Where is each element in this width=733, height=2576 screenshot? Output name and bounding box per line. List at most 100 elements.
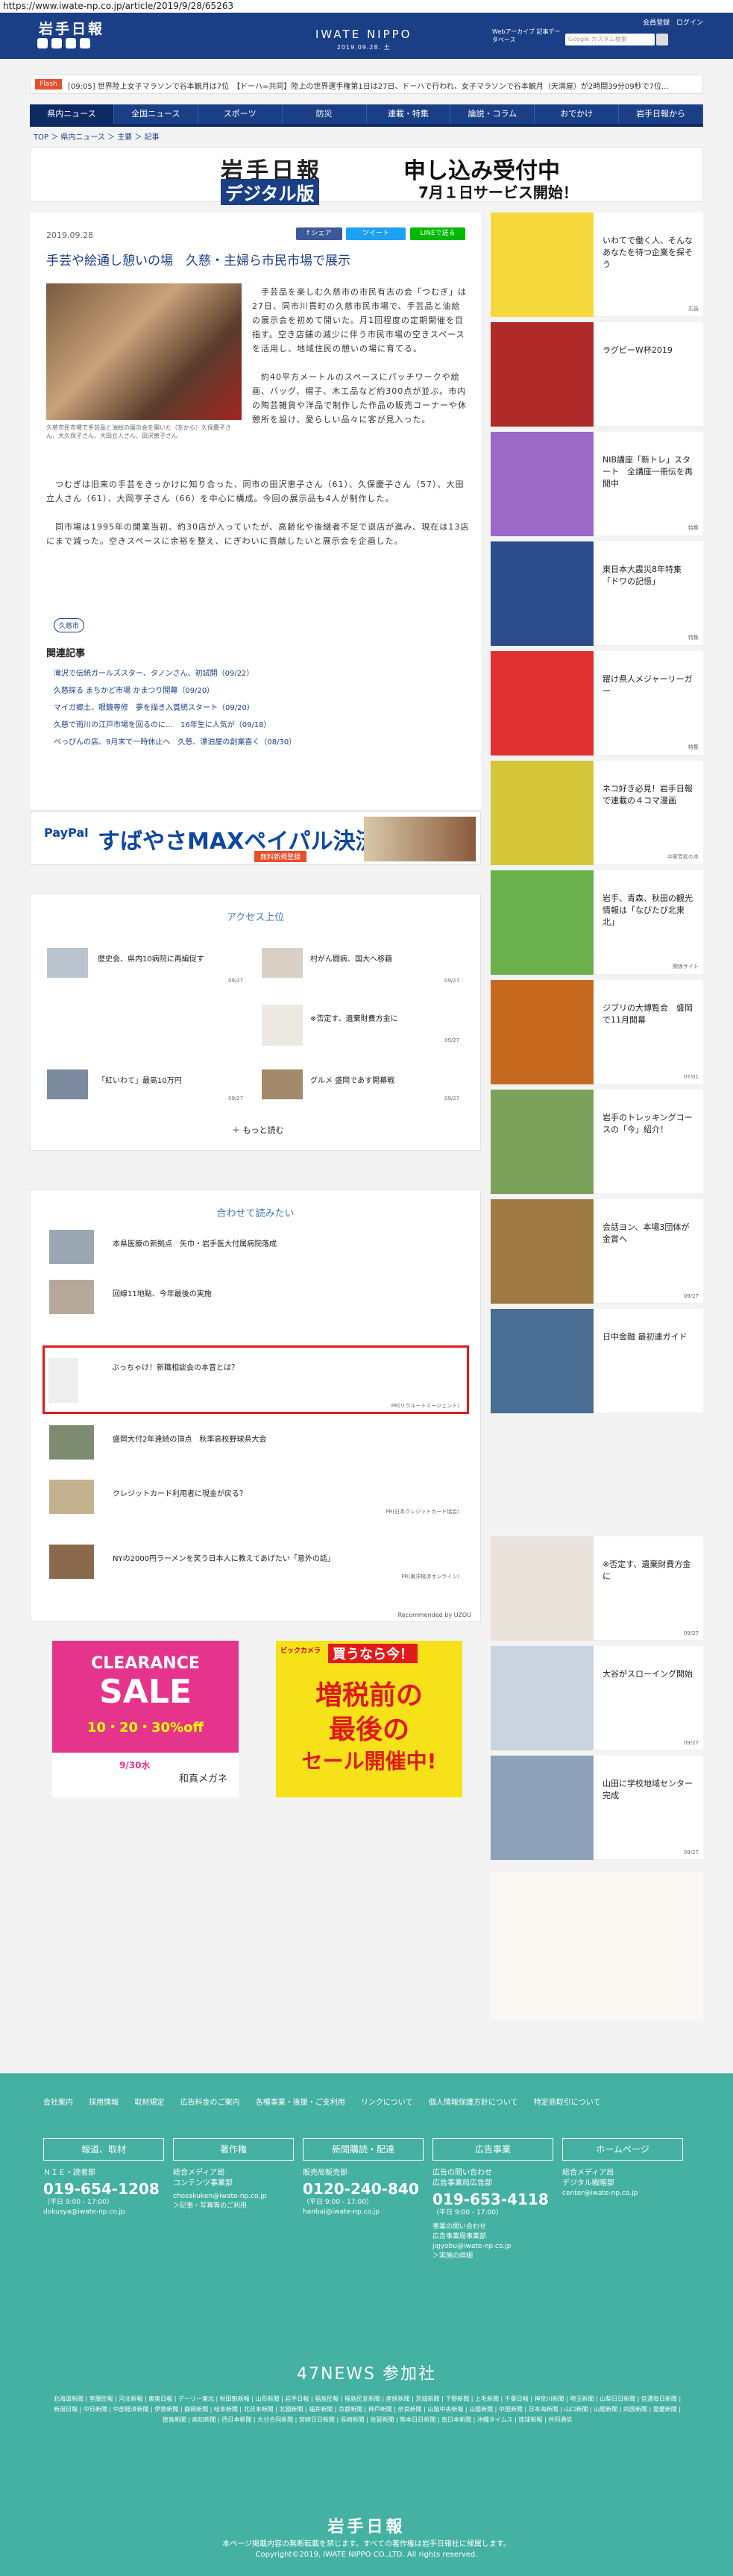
col-tel[interactable]: 019-654-1208	[43, 2180, 164, 2198]
sidebar-card[interactable]: 大谷がスローイング開始 09/27	[491, 1646, 703, 1750]
register-link[interactable]: 会員登録	[643, 19, 670, 27]
flash-text[interactable]: [09:05] 世界陸上女子マラソンで谷本観月は7位 【ドーハ=共同】陸上の世界…	[68, 80, 694, 91]
col-mail[interactable]: center@iwate-np.co.jp	[562, 2189, 683, 2199]
sidebar-card-image	[491, 870, 594, 975]
footer-link[interactable]: 各種事業・後援・ご支利用	[256, 2099, 345, 2107]
rank-item[interactable]: 歴史会、県内10病院に再編促す	[98, 954, 232, 965]
facebook-icon[interactable]	[51, 38, 62, 48]
sidebar-card[interactable]: ネコ好き必見！岩手日報で連載の４コマ漫画 中家芳松の本	[491, 761, 703, 865]
search-icon[interactable]	[656, 34, 668, 45]
sidebar-card[interactable]: ※否定す、遺棄財費方金に 09/27	[491, 1536, 703, 1641]
twitter-icon[interactable]	[37, 38, 48, 48]
sidebar-card[interactable]: いわてで働く人、そんなあなたを待つ企業を探そう 広告	[491, 213, 703, 317]
footer-link[interactable]: リンクについて	[361, 2099, 413, 2107]
related-item[interactable]: ベっぴんの店、9月末で一時休止へ 久慈、漂泊屋の創業喜く（08/30）	[54, 735, 464, 747]
tag-kuji[interactable]: 久慈市	[54, 618, 85, 632]
rank-item[interactable]: 「紅いわて」最高10万円	[98, 1075, 232, 1087]
rank-thumb[interactable]	[47, 1069, 88, 1099]
sidebar-card-image	[491, 1309, 594, 1413]
facebook-share-button[interactable]: f シェア	[296, 227, 342, 240]
sidebar-card[interactable]: 日中金融 最初連ガイド	[491, 1309, 703, 1413]
col-mail[interactable]: chosakuken@iwate-np.co.jp ＞記事・写真等のご利用	[173, 2192, 294, 2211]
sidebar-ad-book[interactable]	[491, 1872, 703, 2021]
recommend-powered[interactable]: Recommended by UZOU	[398, 1612, 471, 1618]
url-bar[interactable]: https://www.iwate-np.co.jp/article/2019/…	[0, 0, 733, 13]
nav-local-news[interactable]: 県内ニュース	[30, 104, 114, 124]
tax-sale-ad[interactable]: ビックカメラ 買うなら今！ 増税前の 最後の セール開催中!	[276, 1641, 462, 1797]
rank-item[interactable]: グルメ 盛岡であす開幕戦	[310, 1075, 444, 1087]
more-link[interactable]: ＋ もっと読む	[232, 1124, 284, 1136]
nav-series[interactable]: 連載・特集	[367, 104, 451, 124]
digital-banner[interactable]: 岩手日報 デジタル版 申し込み受付中 7月１日サービス開始！	[30, 147, 703, 205]
nav-from-iwate[interactable]: 岩手日報から	[619, 104, 703, 124]
sidebar-card-text: 山田に学校地域センター完成	[603, 1779, 693, 1800]
recommend-item[interactable]: 盛岡大付2年連続の頂点 秋季高校野球県大会	[45, 1421, 467, 1463]
copyright-line-1: 本ページ掲載内容の無断転載を禁じます。すべての著作権は岩手日報社に帰属します。	[222, 2540, 511, 2548]
related-item[interactable]: 滝沢で伝統ガールズスター、タノンさん、初試開（09/22）	[54, 667, 464, 678]
sidebar-card-text: ジブリの大博覧会 盛岡で11月開幕	[603, 1003, 693, 1025]
paypal-ad[interactable]: PayPal すばやさMAXペイパル決済 無料新規登録	[30, 811, 481, 865]
sidebar-card[interactable]: 躍け県人メジャーリーガー 特集	[491, 651, 703, 755]
related-item[interactable]: 久慈で雨川の江戸市場を回るのに… 16年生に人気が（09/18）	[54, 718, 464, 729]
news47-members[interactable]: 北海道新聞 | 室蘭民報 | 河北新報 | 東奥日報 | デーリー東北 | 秋田…	[52, 2394, 682, 2425]
nav-disaster[interactable]: 防災	[283, 104, 367, 124]
sidebar-card[interactable]: 東日本大震災8年特集「ドワの記憶」 特集	[491, 541, 703, 646]
youtube-icon[interactable]	[66, 38, 76, 48]
recommend-box: 合わせて読みたい 本県医療の新拠点 矢巾・岩手医大付属病院落成 回線11地點、今…	[30, 1190, 481, 1622]
line-share-button[interactable]: LINEで送る	[410, 227, 465, 240]
col-mail[interactable]: hanbai@iwate-np.co.jp	[303, 2208, 424, 2217]
paypal-signup-button[interactable]: 無料新規登録	[254, 851, 307, 862]
rank-item[interactable]: 村がん闘病、国大へ移籍	[310, 954, 444, 965]
site-header: 岩手日報 IWATE NIPPO 2019.09.28. 土 会員登録 ログイン …	[0, 13, 733, 59]
recommend-item[interactable]: クレジットカード利用者に現金が戻る？ PR(日本クレジットカード協会)	[45, 1476, 467, 1518]
rank-thumb[interactable]	[262, 1069, 303, 1099]
sidebar-card-date: 07/01	[683, 1074, 699, 1080]
sidebar-card[interactable]: 山田に学校地域センター完成 09/27	[491, 1756, 703, 1860]
archive-link[interactable]: Webアーカイブ	[492, 28, 535, 35]
site-logo[interactable]: 岩手日報	[39, 18, 104, 38]
rank-thumb[interactable]	[262, 948, 303, 978]
col-hours: （平日 9:00 - 17:00）	[43, 2199, 113, 2206]
recommend-item[interactable]: NYの2000円ラーメンを笑う日本人に教えてあげたい「意外の話」 PR(東洋経済…	[45, 1541, 467, 1583]
sidebar-card-text: 岩手、青森、秋田の観光情報は「なびたび北東北」	[603, 893, 693, 927]
footer-link[interactable]: 会社案内	[43, 2099, 73, 2107]
footer-logo[interactable]: 岩手日報	[0, 2513, 733, 2537]
rank-item[interactable]: ※否定す、遺棄財費方金に	[310, 1014, 444, 1025]
sidebar-card[interactable]: ラグビーW杯2019	[491, 322, 703, 427]
col-mail[interactable]: 事業の問い合わせ 広告事業局事業部 jigyobu@iwate-np.co.jp…	[432, 2222, 553, 2261]
nav-national-news[interactable]: 全国ニュース	[114, 104, 198, 124]
flash-ticker[interactable]: Flash [09:05] 世界陸上女子マラソンで谷本観月は7位 【ドーハ=共同…	[30, 75, 703, 94]
col-tel[interactable]: 0120-240-840	[303, 2180, 424, 2198]
article-photo[interactable]	[46, 283, 242, 420]
banner-line2: 7月１日サービス開始！	[418, 183, 578, 201]
rank-thumb[interactable]	[262, 1005, 303, 1046]
tweet-button[interactable]: ツイート	[346, 227, 406, 240]
col-mail[interactable]: dokusya@iwate-np.co.jp	[43, 2208, 164, 2217]
sidebar-card[interactable]: 岩手のトレッキングコースの「今」紹介！	[491, 1090, 703, 1194]
footer-link[interactable]: 取材規定	[134, 2099, 164, 2107]
footer-link[interactable]: 特定商取引について	[534, 2099, 601, 2107]
rank-thumb[interactable]	[47, 948, 88, 978]
footer-link[interactable]: 採用情報	[89, 2099, 119, 2107]
related-item[interactable]: 久慈探る まちかど市場 かまつり開幕（09/20）	[54, 684, 464, 695]
sidebar-card[interactable]: NIB講座「新トレ」スタート 全講座一冊伝を再開中 特集	[491, 432, 703, 536]
related-item[interactable]: マイガ郷土、眼鏡専修 夢を描き入賞統スタート（09/20）	[54, 701, 464, 712]
login-link[interactable]: ログイン	[676, 19, 703, 27]
sale-ad[interactable]: CLEARANCE SALE 10・20・30%off 9/30水 和真メガネ	[52, 1641, 239, 1797]
col-tel[interactable]: 019-653-4118	[432, 2190, 553, 2208]
footer-link[interactable]: 広告料金のご案内	[180, 2099, 240, 2107]
nav-sports[interactable]: スポーツ	[198, 104, 283, 124]
recommend-item[interactable]: 回線11地點、今年最後の実施	[45, 1276, 467, 1318]
sidebar-card[interactable]: 会話ヨン、本場3団体が金賞へ 09/27	[491, 1199, 703, 1304]
footer-link[interactable]: 個人情報保護方針について	[429, 2099, 518, 2107]
search-input[interactable]: Google カスタム検索	[565, 34, 655, 45]
sidebar-card[interactable]: ジブリの大博覧会 盛岡で11月開幕 07/01	[491, 980, 703, 1084]
sidebar-card[interactable]: 岩手、青森、秋田の観光情報は「なびたび北東北」 関係サイト	[491, 870, 703, 975]
rank-date: 09/27	[228, 978, 244, 984]
recommend-item-highlighted[interactable]: ぶっちゃけ！新職相談会の本音とは？ PR(リクルートエージェント)	[43, 1345, 469, 1414]
nav-outing[interactable]: おでかけ	[535, 104, 620, 124]
instagram-icon[interactable]	[80, 38, 90, 48]
breadcrumb[interactable]: TOP ＞ 県内ニュース ＞ 主要 ＞ 記事	[34, 131, 160, 142]
recommend-item[interactable]: 本県医療の新拠点 矢巾・岩手医大付属病院落成	[45, 1226, 467, 1268]
nav-column[interactable]: 論説・コラム	[450, 104, 535, 124]
